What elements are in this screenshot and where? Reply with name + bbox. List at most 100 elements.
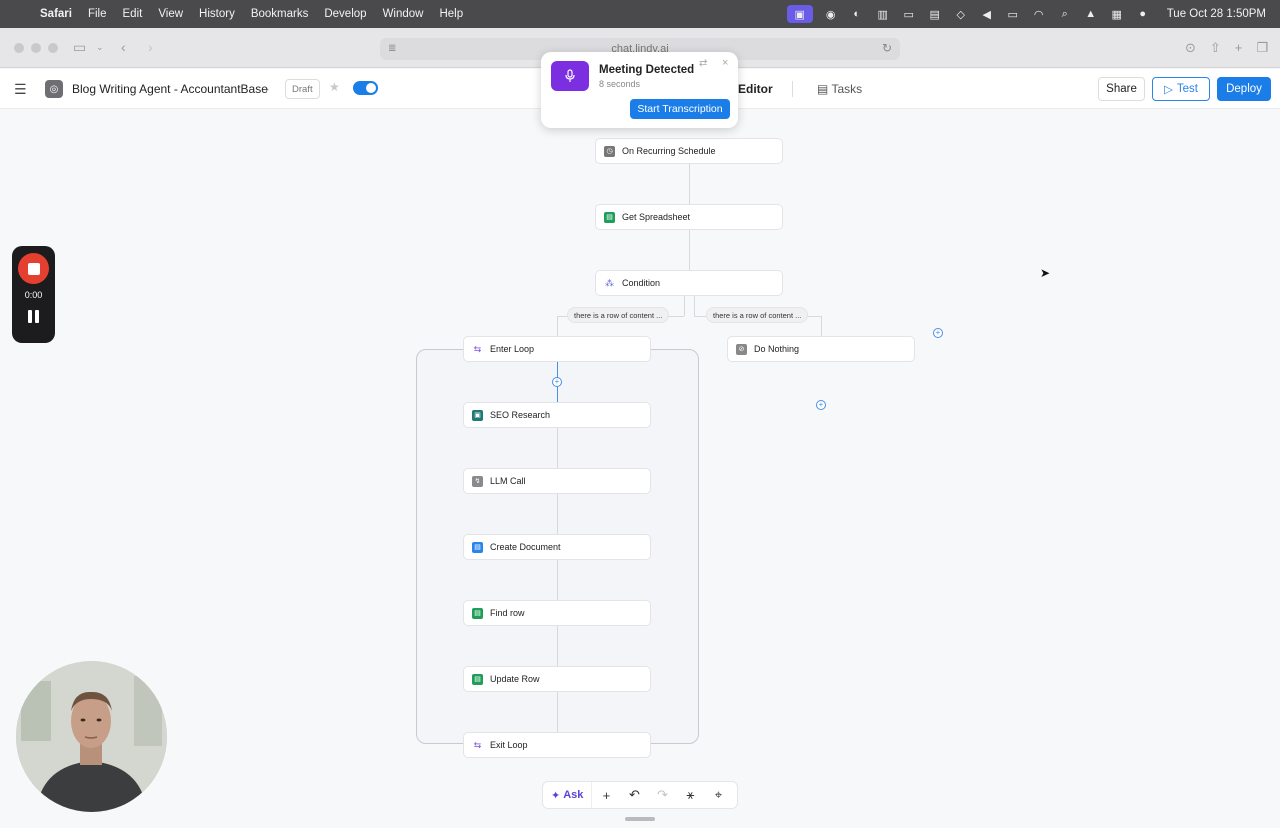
undo-icon[interactable]: ↶ — [620, 782, 648, 808]
pause-recording-button[interactable] — [26, 310, 41, 326]
app-tray-icon[interactable]: ◉ — [823, 7, 839, 21]
menu-window[interactable]: Window — [383, 8, 424, 20]
browser-actions: ⊙ ⇧ + ❐ — [1185, 40, 1268, 56]
schedule-icon: ◷ — [604, 145, 615, 157]
spotlight-search-icon[interactable]: ⌕ — [1057, 7, 1073, 21]
add-step-button[interactable]: + — [552, 377, 562, 387]
pause-icon — [35, 310, 39, 323]
docs-icon: ▤ — [472, 541, 483, 553]
minimize-window-button[interactable] — [31, 43, 41, 53]
sheets-icon: ▤ — [472, 673, 483, 685]
ask-button[interactable]: ✦ Ask — [543, 782, 593, 808]
chat-tray-icon[interactable]: ◐ — [849, 7, 865, 21]
stop-recording-button[interactable] — [18, 253, 49, 284]
connector-line — [557, 626, 558, 666]
close-window-button[interactable] — [14, 43, 24, 53]
auto-layout-icon[interactable]: ⚹ — [676, 782, 704, 808]
agent-enabled-toggle[interactable] — [353, 81, 378, 95]
volume-icon[interactable]: ◀ — [979, 7, 995, 21]
menu-view[interactable]: View — [158, 8, 183, 20]
node-update-row[interactable]: ▤ Update Row — [463, 666, 651, 692]
new-tab-icon[interactable]: + — [1235, 40, 1243, 56]
tab-divider — [792, 81, 793, 97]
battery-icon[interactable]: ▭ — [1005, 7, 1021, 21]
menu-bar-clock[interactable]: Tue Oct 28 1:50PM — [1167, 8, 1266, 20]
tab-editor[interactable]: Editor — [738, 82, 773, 96]
fit-view-icon[interactable]: ⌖ — [704, 782, 732, 808]
branch-label[interactable]: there is a row of content ... — [706, 307, 809, 323]
add-step-button[interactable]: + — [816, 400, 826, 410]
condition-icon: ⁂ — [605, 277, 614, 288]
node-exit-loop[interactable]: ⇆ Exit Loop — [463, 732, 651, 758]
swap-icon[interactable]: ⇄ — [699, 58, 707, 69]
menu-bookmarks[interactable]: Bookmarks — [251, 8, 309, 20]
chevron-down-icon[interactable]: ⌄ — [96, 42, 104, 53]
close-icon[interactable]: × — [722, 57, 728, 69]
tab-tasks[interactable]: ▤ Tasks — [817, 82, 862, 96]
agent-logo-icon: ◎ — [45, 80, 63, 98]
menu-develop[interactable]: Develop — [324, 8, 366, 20]
share-icon[interactable]: ⇧ — [1210, 40, 1221, 56]
page-settings-icon[interactable]: ≣ — [388, 43, 396, 54]
node-find-row[interactable]: ▤ Find row — [463, 600, 651, 626]
control-center-icon[interactable]: ▦ — [1109, 7, 1125, 21]
sidebar-toggle-icon[interactable]: ▭ — [73, 39, 86, 56]
node-seo-research[interactable]: ▣ SEO Research — [463, 402, 651, 428]
layers-icon[interactable]: ◇ — [953, 7, 969, 21]
sheets-icon: ▤ — [604, 211, 615, 223]
node-do-nothing[interactable]: ⊘ Do Nothing — [727, 336, 915, 362]
node-label: Find row — [490, 608, 525, 618]
menu-help[interactable]: Help — [439, 8, 463, 20]
back-icon[interactable]: ‹ — [121, 39, 126, 55]
wifi-icon[interactable]: ◠ — [1031, 7, 1047, 21]
gift-icon[interactable]: ▤ — [927, 7, 943, 21]
node-label: LLM Call — [490, 476, 526, 486]
star-icon[interactable]: ★ — [329, 80, 340, 94]
reload-icon[interactable]: ↻ — [882, 41, 892, 55]
chevron-down-icon[interactable]: ⌄ — [263, 83, 271, 94]
node-create-document[interactable]: ▤ Create Document — [463, 534, 651, 560]
notification-subtitle: 8 seconds — [599, 79, 641, 89]
tab-overview-icon[interactable]: ❐ — [1256, 40, 1268, 56]
menu-edit[interactable]: Edit — [123, 8, 143, 20]
menu-safari[interactable]: Safari — [40, 8, 72, 20]
node-condition[interactable]: ⁂ Condition — [595, 270, 783, 296]
menu-bar-tray: ▣ ◉ ◐ ▥ ▭ ▤ ◇ ◀ ▭ ◠ ⌕ ▲ ▦ ● Tue Oct 28 1… — [786, 0, 1266, 28]
alert-icon[interactable]: ▲ — [1083, 7, 1099, 21]
agent-title[interactable]: Blog Writing Agent - AccountantBase — [72, 82, 268, 96]
share-button[interactable]: Share — [1098, 77, 1145, 101]
branch-label[interactable]: there is a row of content ... — [567, 307, 670, 323]
play-icon: ▷ — [1164, 84, 1173, 96]
node-enter-loop[interactable]: ⇆ Enter Loop — [463, 336, 651, 362]
forward-icon[interactable]: › — [148, 39, 153, 55]
seo-icon: ▣ — [472, 409, 483, 421]
test-button-label: Test — [1176, 83, 1198, 95]
start-transcription-button[interactable]: Start Transcription — [630, 99, 730, 119]
menu-history[interactable]: History — [199, 8, 235, 20]
add-branch-button[interactable]: + — [933, 328, 943, 338]
redo-icon[interactable]: ↷ — [648, 782, 676, 808]
window-controls — [14, 43, 58, 53]
webcam-person-image — [16, 661, 167, 812]
node-label: Enter Loop — [490, 344, 535, 354]
webcam-overlay[interactable] — [16, 661, 167, 812]
node-get-spreadsheet[interactable]: ▤ Get Spreadsheet — [595, 204, 783, 230]
menu-file[interactable]: File — [88, 8, 107, 20]
menu-icon[interactable]: ☰ — [14, 81, 27, 98]
deploy-button[interactable]: Deploy — [1217, 77, 1271, 101]
stats-icon[interactable]: ▥ — [875, 7, 891, 21]
node-llm-call[interactable]: ↯ LLM Call — [463, 468, 651, 494]
mouse-cursor-icon: ➤ — [1040, 266, 1051, 280]
node-on-recurring-schedule[interactable]: ◷ On Recurring Schedule — [595, 138, 783, 164]
siri-icon[interactable]: ● — [1135, 7, 1151, 21]
screen-recorder-widget: 0:00 — [12, 246, 55, 343]
zoom-window-button[interactable] — [48, 43, 58, 53]
draft-badge: Draft — [285, 79, 320, 99]
test-button[interactable]: ▷ Test — [1152, 77, 1210, 101]
display-icon[interactable]: ▭ — [901, 7, 917, 21]
panel-drag-handle[interactable] — [625, 817, 655, 821]
downloads-icon[interactable]: ⊙ — [1185, 40, 1196, 56]
screen-record-icon[interactable]: ▣ — [786, 5, 813, 23]
canvas-toolbar: ✦ Ask + ↶ ↷ ⚹ ⌖ — [542, 781, 738, 809]
add-icon[interactable]: + — [592, 782, 620, 808]
